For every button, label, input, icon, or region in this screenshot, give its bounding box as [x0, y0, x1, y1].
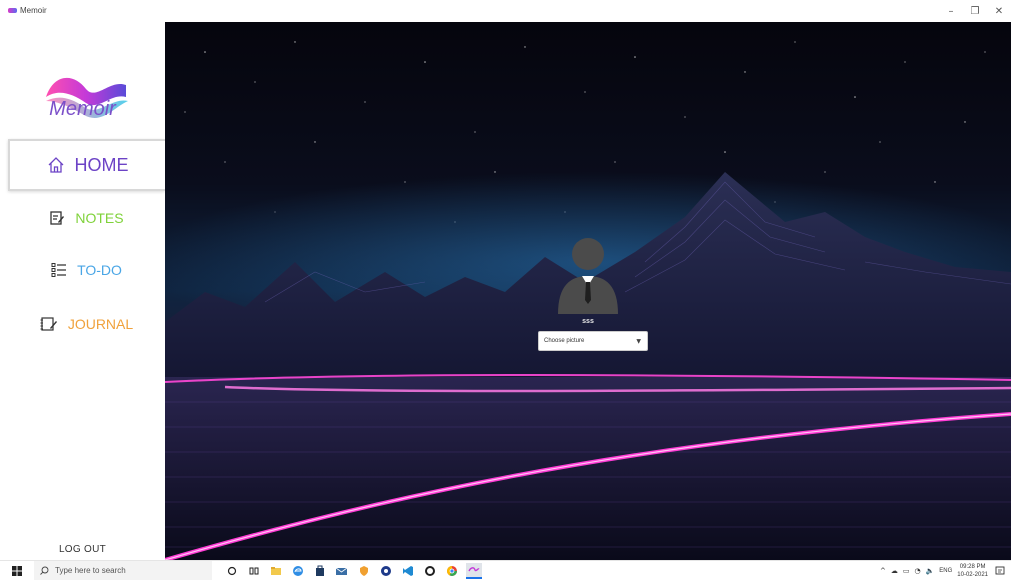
vscode-icon[interactable]	[400, 563, 416, 579]
cortana-icon[interactable]	[224, 563, 240, 579]
whatsapp-icon[interactable]	[422, 563, 438, 579]
language-indicator[interactable]: ENG	[939, 568, 952, 574]
choose-picture-value: Choose picture	[544, 338, 585, 344]
profile-avatar-icon[interactable]	[550, 234, 626, 314]
nav-todo-label: TO-DO	[77, 262, 122, 278]
logo-text: Memoir	[49, 98, 116, 120]
chrome-alt-icon[interactable]	[444, 563, 460, 579]
journal-icon	[40, 316, 58, 332]
notes-icon	[49, 210, 65, 226]
taskbar-apps	[224, 561, 482, 580]
battery-icon[interactable]: ▭	[903, 567, 910, 575]
system-tray: ^ ☁ ▭ ◔ 🔈 ENG 09:28 PM 10-02-2021	[880, 561, 1011, 580]
clock-time: 09:28 PM	[959, 563, 986, 570]
task-view-icon[interactable]	[246, 563, 262, 579]
app-title: Memoir	[8, 6, 47, 15]
chevron-down-icon: ▼	[636, 337, 641, 345]
security-icon[interactable]	[356, 563, 372, 579]
main-content: sss Choose picture ▼	[165, 22, 1011, 560]
sidebar-item-home[interactable]: HOME	[8, 139, 165, 191]
windows-logo-icon	[12, 565, 22, 576]
windows-taskbar: Type here to search ^ ☁ ▭ ◔ 🔈 ENG 09:28 …	[0, 560, 1011, 580]
clock[interactable]: 09:28 PM 10-02-2021	[957, 563, 988, 579]
memoir-app-icon[interactable]	[466, 562, 482, 579]
edge-icon[interactable]	[290, 563, 306, 579]
clock-date: 10-02-2021	[957, 571, 988, 578]
window-title: Memoir	[20, 6, 47, 15]
search-placeholder: Type here to search	[55, 566, 126, 575]
notification-center-icon[interactable]	[993, 564, 1007, 578]
mail-icon[interactable]	[334, 563, 350, 579]
volume-icon[interactable]: 🔈	[926, 567, 935, 575]
nav-home-label: HOME	[74, 154, 129, 175]
sidebar: Memoir HOME NOTES TO-DO JOURNAL LOG OUT	[0, 22, 165, 560]
choose-picture-dropdown[interactable]: Choose picture ▼	[538, 331, 648, 351]
sidebar-item-notes[interactable]: NOTES	[8, 192, 165, 244]
sidebar-item-journal[interactable]: JOURNAL	[8, 298, 165, 350]
taskbar-search-box[interactable]: Type here to search	[34, 560, 212, 580]
chevron-up-icon[interactable]: ^	[880, 567, 886, 575]
nav-notes-label: NOTES	[75, 210, 124, 226]
window-controls: – ❐ ✕	[939, 0, 1011, 22]
minimize-button[interactable]: –	[939, 0, 963, 22]
restore-button[interactable]: ❐	[963, 0, 987, 22]
file-explorer-icon[interactable]	[268, 563, 284, 579]
close-button[interactable]: ✕	[987, 0, 1011, 22]
memoir-logo	[46, 77, 128, 118]
memoir-app-window: Memoir – ❐ ✕ Memoir HOME NOTES TO-DO JOU…	[0, 0, 1011, 580]
home-icon	[47, 156, 65, 174]
title-bar: Memoir – ❐ ✕	[0, 0, 1011, 22]
logout-button[interactable]: LOG OUT	[0, 544, 165, 555]
store-icon[interactable]	[312, 563, 328, 579]
chrome-icon[interactable]	[378, 563, 394, 579]
search-icon	[40, 566, 49, 575]
network-icon[interactable]: ◔	[914, 567, 920, 575]
onedrive-icon[interactable]: ☁	[891, 567, 898, 575]
start-button[interactable]	[0, 561, 34, 580]
todo-list-icon	[51, 262, 67, 278]
app-logo-icon	[8, 8, 17, 13]
sidebar-item-todo[interactable]: TO-DO	[8, 244, 165, 296]
nav-journal-label: JOURNAL	[67, 316, 134, 332]
username-label: sss	[582, 318, 594, 325]
